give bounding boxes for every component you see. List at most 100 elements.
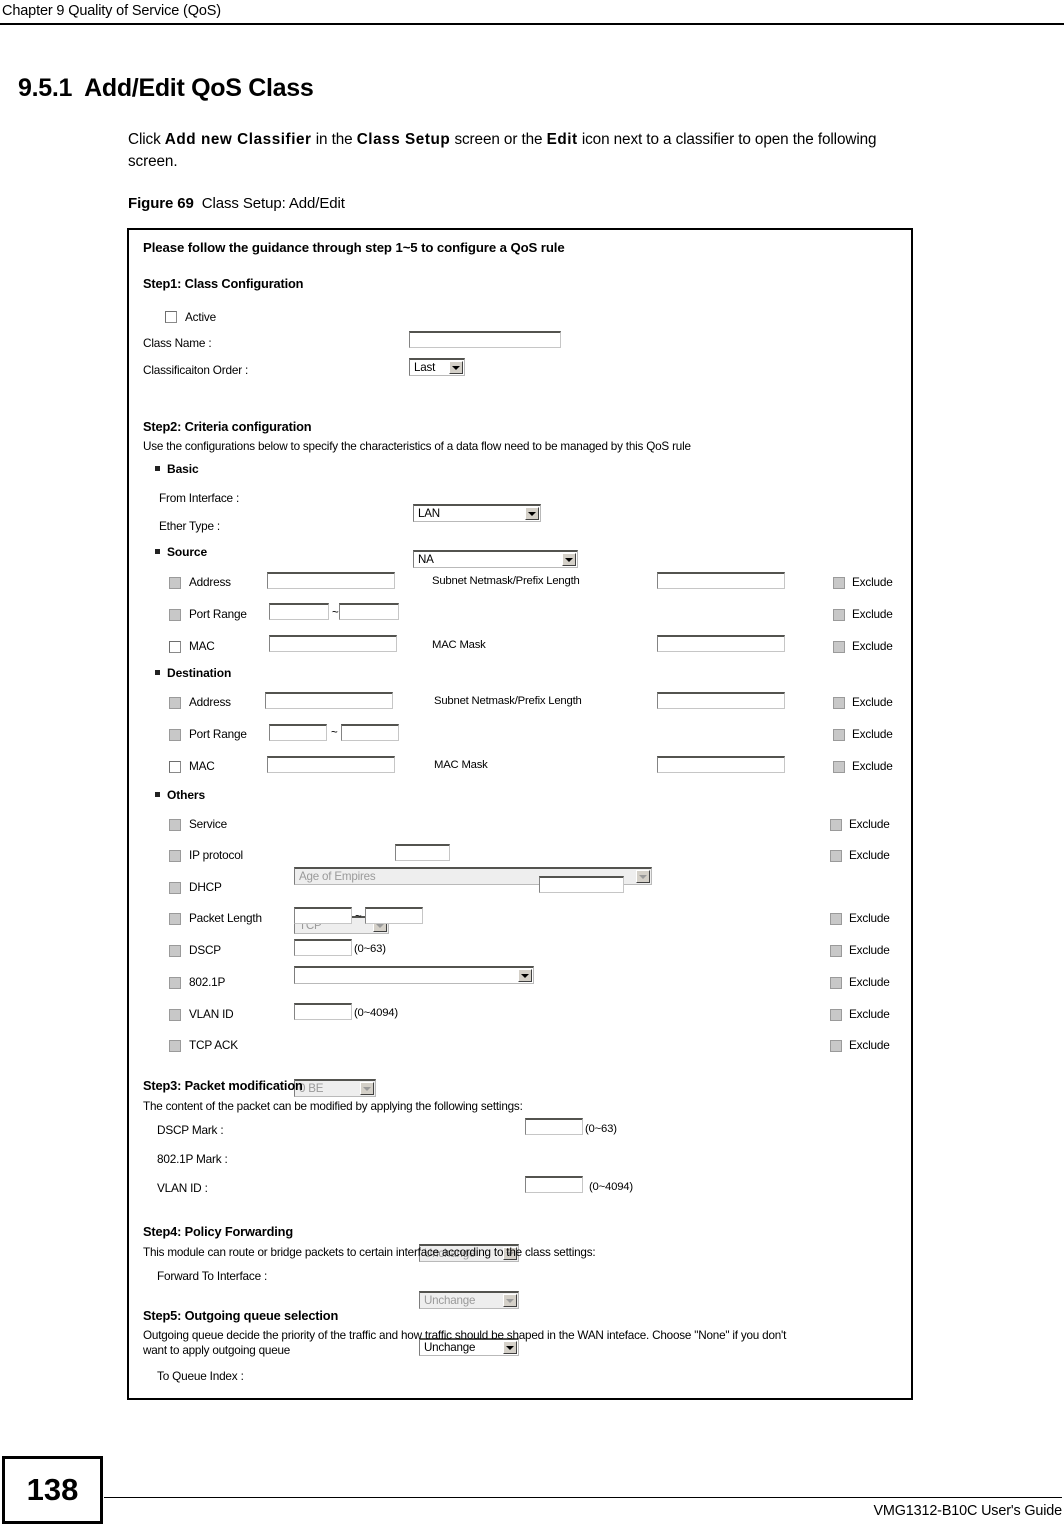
vlan-id-mark-input[interactable] xyxy=(525,1176,583,1193)
chapter-title: Chapter 9 Quality of Service (QoS) xyxy=(2,3,221,19)
checkbox-icon xyxy=(169,850,181,862)
service-checkbox[interactable] xyxy=(169,818,181,832)
ip-protocol-checkbox[interactable] xyxy=(169,849,181,863)
service-exclude-checkbox[interactable] xyxy=(830,818,842,832)
ip-protocol-exclude-label: Exclude xyxy=(849,848,890,862)
destination-port-range-checkbox[interactable] xyxy=(169,728,181,742)
vlan-id-checkbox[interactable] xyxy=(169,1008,181,1022)
others-subsection-heading: Others xyxy=(155,788,205,802)
dot1p-exclude-label: Exclude xyxy=(849,975,890,989)
source-mac-mask-input[interactable] xyxy=(657,635,785,652)
packet-length-checkbox[interactable] xyxy=(169,912,181,926)
destination-address-exclude-label: Exclude xyxy=(852,695,893,709)
class-name-input[interactable] xyxy=(409,331,561,348)
packet-length-label: Packet Length xyxy=(189,911,262,925)
checkbox-icon xyxy=(169,1040,181,1052)
dscp-input[interactable] xyxy=(294,939,352,956)
dhcp-text-input[interactable] xyxy=(539,876,624,893)
destination-subnet-input[interactable] xyxy=(657,692,785,709)
destination-address-checkbox[interactable] xyxy=(169,696,181,710)
source-mac-mask-label: MAC Mask xyxy=(432,639,486,651)
source-address-input[interactable] xyxy=(267,572,395,589)
checkbox-icon xyxy=(833,609,845,621)
checkbox-icon xyxy=(830,850,842,862)
ip-protocol-number-input[interactable] xyxy=(395,844,450,861)
destination-mac-mask-input[interactable] xyxy=(657,756,785,773)
intro-paragraph: Click Add new Classifier in the Class Se… xyxy=(128,129,918,173)
destination-mac-exclude-label: Exclude xyxy=(852,759,893,773)
source-port-end-input[interactable] xyxy=(339,603,399,620)
dot1p-mark-select[interactable]: Unchange xyxy=(419,1291,519,1309)
destination-address-input[interactable] xyxy=(265,692,393,709)
source-subnet-input[interactable] xyxy=(657,572,785,589)
dscp-mark-input[interactable] xyxy=(525,1118,583,1135)
active-checkbox[interactable] xyxy=(165,310,177,324)
source-port-range-exclude-checkbox[interactable] xyxy=(833,608,845,622)
checkbox-icon xyxy=(830,1040,842,1052)
vlan-id-range-hint: (0~4094) xyxy=(354,1007,398,1019)
dscp-exclude-checkbox[interactable] xyxy=(830,944,842,958)
destination-port-end-input[interactable] xyxy=(341,724,399,741)
chevron-down-icon xyxy=(518,969,532,982)
source-port-start-input[interactable] xyxy=(269,603,329,620)
checkbox-icon xyxy=(169,609,181,621)
chevron-down-icon xyxy=(525,507,539,520)
dhcp-checkbox[interactable] xyxy=(169,881,181,895)
tcp-ack-checkbox[interactable] xyxy=(169,1039,181,1053)
destination-address-exclude-checkbox[interactable] xyxy=(833,696,845,710)
destination-port-start-input[interactable] xyxy=(269,724,327,741)
tcp-ack-label: TCP ACK xyxy=(189,1038,238,1052)
source-mac-input[interactable] xyxy=(269,635,397,652)
classification-order-select[interactable]: Last xyxy=(409,358,465,376)
vlan-id-input[interactable] xyxy=(294,1003,352,1020)
service-label: Service xyxy=(189,817,227,831)
chevron-down-icon xyxy=(636,870,650,883)
vlan-id-exclude-label: Exclude xyxy=(849,1007,890,1021)
ip-protocol-exclude-checkbox[interactable] xyxy=(830,849,842,863)
from-interface-select[interactable]: LAN xyxy=(413,504,541,522)
checkbox-icon xyxy=(833,577,845,589)
ether-type-select[interactable]: NA xyxy=(413,550,578,568)
vlan-id-mark-range-hint: (0~4094) xyxy=(589,1181,633,1193)
dot1p-exclude-checkbox[interactable] xyxy=(830,976,842,990)
vlan-id-mark-value: Unchange xyxy=(424,1341,476,1354)
dot1p-select[interactable]: 0 BE xyxy=(294,1079,376,1097)
term-add-new-classifier: Add new Classifier xyxy=(164,131,312,148)
step5-heading: Step5: Outgoing queue selection xyxy=(143,1308,339,1323)
step4-heading: Step4: Policy Forwarding xyxy=(143,1224,293,1239)
figure-caption: Figure 69 Class Setup: Add/Edit xyxy=(128,195,1064,212)
destination-mac-exclude-checkbox[interactable] xyxy=(833,760,845,774)
destination-port-range-exclude-checkbox[interactable] xyxy=(833,728,845,742)
source-address-checkbox[interactable] xyxy=(169,576,181,590)
tcp-ack-exclude-label: Exclude xyxy=(849,1038,890,1052)
destination-mac-input[interactable] xyxy=(267,756,395,773)
dhcp-select[interactable] xyxy=(294,966,534,984)
source-port-range-checkbox[interactable] xyxy=(169,608,181,622)
source-mac-checkbox[interactable] xyxy=(169,640,181,654)
active-label: Active xyxy=(185,310,216,324)
from-interface-value: LAN xyxy=(418,507,440,520)
destination-mac-checkbox[interactable] xyxy=(169,760,181,774)
packet-length-exclude-checkbox[interactable] xyxy=(830,912,842,926)
source-subnet-label: Subnet Netmask/Prefix Length xyxy=(432,575,580,587)
source-address-exclude-label: Exclude xyxy=(852,575,893,589)
vlan-id-exclude-checkbox[interactable] xyxy=(830,1008,842,1022)
step3-description: The content of the packet can be modifie… xyxy=(143,1100,523,1113)
source-address-exclude-checkbox[interactable] xyxy=(833,576,845,590)
tcp-ack-exclude-checkbox[interactable] xyxy=(830,1039,842,1053)
section-number: 9.5.1 xyxy=(18,74,73,102)
checkbox-icon xyxy=(169,761,181,773)
qos-class-add-edit-screenshot: Please follow the guidance through step … xyxy=(127,228,913,1400)
document-content: 9.5.1 Add/Edit QoS Class Click Add new Cl… xyxy=(0,48,1064,219)
step5-description-line1: Outgoing queue decide the priority of th… xyxy=(143,1329,787,1342)
dscp-checkbox[interactable] xyxy=(169,944,181,958)
classification-order-label: Classificaiton Order : xyxy=(143,363,249,377)
dscp-mark-label: DSCP Mark : xyxy=(157,1123,224,1137)
source-mac-exclude-checkbox[interactable] xyxy=(833,640,845,654)
others-label: Others xyxy=(167,788,206,802)
packet-length-end-input[interactable] xyxy=(365,907,423,924)
destination-subsection-heading: Destination xyxy=(155,666,231,680)
dot1p-checkbox[interactable] xyxy=(169,976,181,990)
packet-length-start-input[interactable] xyxy=(294,907,352,924)
checkbox-icon xyxy=(833,641,845,653)
